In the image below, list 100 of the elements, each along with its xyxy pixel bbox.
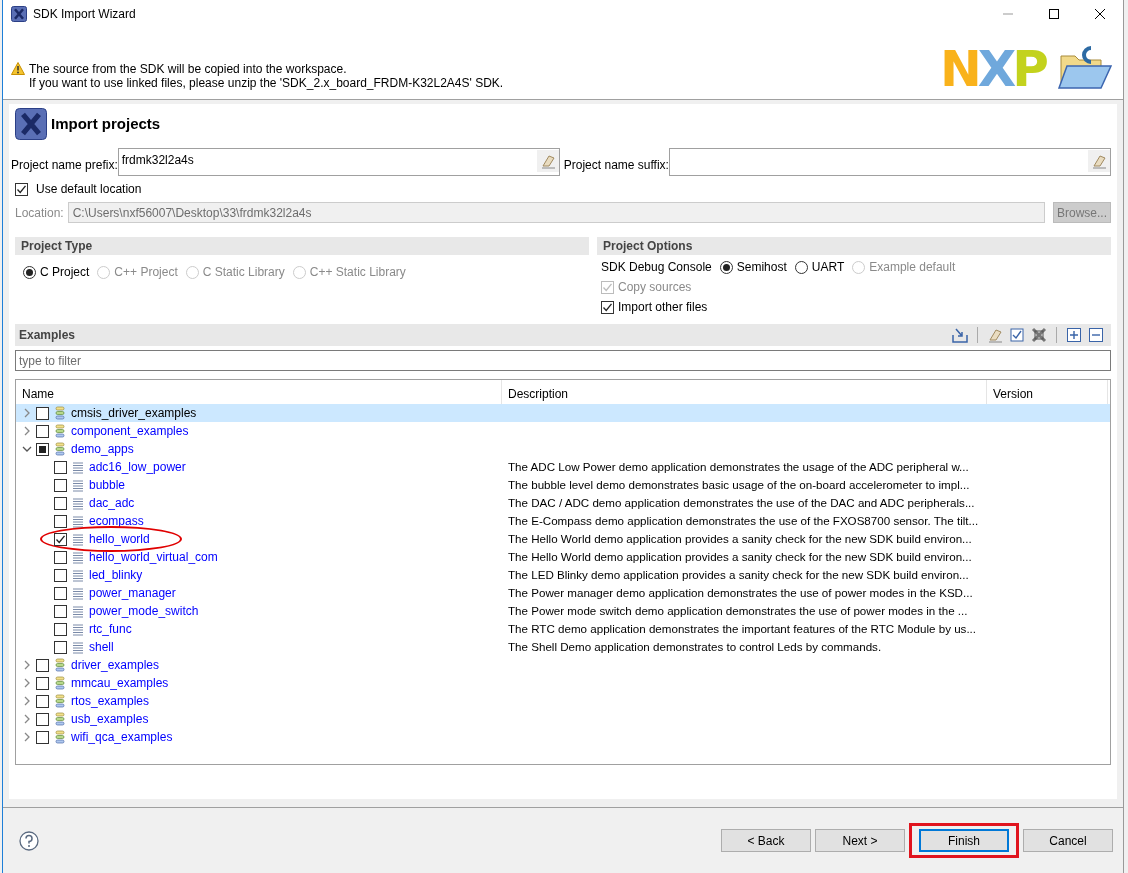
example-name[interactable]: led_blinky xyxy=(89,566,143,584)
tree-row[interactable]: wifi_qca_examples xyxy=(16,728,1110,746)
suffix-field[interactable] xyxy=(668,148,1111,176)
example-name[interactable]: power_mode_switch xyxy=(89,602,199,620)
checkbox[interactable] xyxy=(54,460,67,474)
checkbox[interactable] xyxy=(36,676,49,690)
example-name[interactable]: bubble xyxy=(89,476,126,494)
import-icon[interactable] xyxy=(951,326,969,344)
checkbox[interactable] xyxy=(54,586,67,600)
prefix-field[interactable]: frdmk32l2a4s xyxy=(117,148,560,176)
tree-row[interactable]: dac_adc The DAC / ADC demo application demonstrates the use of the DAC and ADC peripherals... xyxy=(16,494,1110,512)
list-icon xyxy=(71,514,85,528)
tree-row[interactable]: rtos_examples xyxy=(16,692,1110,710)
radio-button[interactable] xyxy=(794,260,808,274)
checkbox[interactable] xyxy=(54,622,67,636)
tree-row[interactable]: usb_examples xyxy=(16,710,1110,728)
example-name[interactable]: driver_examples xyxy=(71,656,160,674)
chevron-right-icon[interactable] xyxy=(22,732,32,742)
description-text: The Hello World demo application provides a sanity check for the new SDK build environ... xyxy=(508,550,972,564)
tree-row[interactable]: led_blinky The LED Blinky demo application provides a sanity check for the new SDK build environ... xyxy=(16,566,1110,584)
group-icon xyxy=(53,730,67,744)
close-icon xyxy=(1095,9,1105,19)
example-name[interactable]: cmsis_driver_examples xyxy=(71,404,197,422)
tree-row[interactable]: shell The Shell Demo application demonstrates to control Leds by commands. xyxy=(16,638,1110,656)
checkbox[interactable] xyxy=(601,300,614,314)
chevron-right-icon[interactable] xyxy=(22,408,32,418)
checkbox[interactable] xyxy=(54,496,67,510)
example-name[interactable]: demo_apps xyxy=(71,440,134,458)
wizard-button[interactable]: Finish xyxy=(919,829,1009,852)
notice-text: If you want to use linked files, please unzip the 'SDK_2.x_board_FRDM-K32L2A4S' SDK. xyxy=(29,76,504,90)
tree-row[interactable]: power_mode_switch The Power mode switch demo application demonstrates the use of power modes in the ... xyxy=(16,602,1110,620)
checkbox[interactable] xyxy=(36,730,49,744)
example-name[interactable]: adc16_low_power xyxy=(89,458,186,476)
checkbox-icon[interactable] xyxy=(1008,326,1026,344)
uncheck-icon[interactable] xyxy=(1030,326,1048,344)
help-button[interactable] xyxy=(19,828,39,853)
checkbox[interactable] xyxy=(36,712,49,726)
group-icon xyxy=(53,424,67,438)
wizard-button[interactable]: Cancel xyxy=(1023,829,1113,852)
example-name[interactable]: hello_world xyxy=(89,530,150,548)
wizard-button[interactable]: Next > xyxy=(815,829,905,852)
tree-row[interactable]: demo_apps xyxy=(16,440,1110,458)
app-icon xyxy=(11,6,27,22)
checkbox[interactable] xyxy=(54,640,67,654)
checkbox[interactable] xyxy=(36,694,49,708)
expand-all-icon[interactable] xyxy=(1065,326,1083,344)
tree-row[interactable]: bubble The bubble level demo demonstrates basic usage of the on-board accelerometer to impl... xyxy=(16,476,1110,494)
wizard-button[interactable]: < Back xyxy=(721,829,811,852)
checkbox-label[interactable]: Use default location xyxy=(36,180,142,198)
checkbox[interactable] xyxy=(54,532,67,546)
checkbox[interactable] xyxy=(54,478,67,492)
option-label: SDK Debug Console xyxy=(601,259,712,276)
example-name[interactable]: component_examples xyxy=(71,422,189,440)
chevron-right-icon[interactable] xyxy=(22,696,32,706)
chevron-right-icon[interactable] xyxy=(22,426,32,436)
example-name[interactable]: usb_examples xyxy=(71,710,149,728)
tree-row[interactable]: power_manager The Power manager demo application demonstrates the use of power modes in the KSD... xyxy=(16,584,1110,602)
radio-label[interactable]: C Project xyxy=(40,263,90,281)
checkbox[interactable] xyxy=(36,424,49,438)
example-name[interactable]: ecompass xyxy=(89,512,144,530)
example-name[interactable]: wifi_qca_examples xyxy=(71,728,173,746)
chevron-down-icon[interactable] xyxy=(22,444,32,454)
example-name[interactable]: rtc_func xyxy=(89,620,132,638)
chevron-right-icon[interactable] xyxy=(22,660,32,670)
radio-button[interactable] xyxy=(719,260,733,274)
example-name[interactable]: dac_adc xyxy=(89,494,135,512)
checkbox[interactable] xyxy=(36,658,49,672)
example-name[interactable]: hello_world_virtual_com xyxy=(89,548,218,566)
description-text: The Shell Demo application demonstrates to control Leds by commands. xyxy=(508,640,882,654)
checkbox[interactable] xyxy=(15,182,28,196)
checkbox[interactable] xyxy=(54,568,67,582)
radio-label[interactable]: UART xyxy=(811,258,845,276)
tree-row[interactable]: rtc_func The RTC demo application demonstrates the important features of the RTC Module by us... xyxy=(16,620,1110,638)
tree-row[interactable]: mmcau_examples xyxy=(16,674,1110,692)
tree-row[interactable]: driver_examples xyxy=(16,656,1110,674)
example-name[interactable]: power_manager xyxy=(89,584,176,602)
eraser-icon[interactable] xyxy=(1090,152,1108,170)
tree-row[interactable]: component_examples xyxy=(16,422,1110,440)
example-name[interactable]: mmcau_examples xyxy=(71,674,169,692)
example-name[interactable]: rtos_examples xyxy=(71,692,150,710)
checkbox[interactable] xyxy=(54,550,67,564)
description-text: The ADC Low Power demo application demonstrates the usage of the ADC peripheral w... xyxy=(508,460,969,474)
radio-label[interactable]: Semihost xyxy=(736,258,787,276)
chevron-right-icon[interactable] xyxy=(22,678,32,688)
tree-row[interactable]: hello_world The Hello World demo application provides a sanity check for the new SDK build environ... xyxy=(16,530,1110,548)
checkbox[interactable] xyxy=(36,406,49,420)
tree-row[interactable]: hello_world_virtual_com The Hello World demo application provides a sanity check for the new SDK build environ... xyxy=(16,548,1110,566)
checkbox[interactable] xyxy=(54,514,67,528)
tree-row[interactable]: ecompass The E-Compass demo application demonstrates the use of the FXOS8700 sensor. The tilt... xyxy=(16,512,1110,530)
tree-row[interactable]: cmsis_driver_examples xyxy=(16,404,1110,422)
checkbox-label[interactable]: Import other files xyxy=(618,298,708,316)
checkbox[interactable] xyxy=(36,442,49,456)
example-name[interactable]: shell xyxy=(89,638,114,656)
checkbox[interactable] xyxy=(54,604,67,618)
filter-field[interactable]: type to filter xyxy=(15,350,1111,371)
chevron-right-icon[interactable] xyxy=(22,714,32,724)
field-label: Location: xyxy=(15,204,64,222)
tree-row[interactable]: adc16_low_power The ADC Low Power demo application demonstrates the usage of the ADC peripheral w... xyxy=(16,458,1110,476)
collapse-all-icon[interactable] xyxy=(1087,326,1105,344)
radio-button[interactable] xyxy=(23,265,36,279)
